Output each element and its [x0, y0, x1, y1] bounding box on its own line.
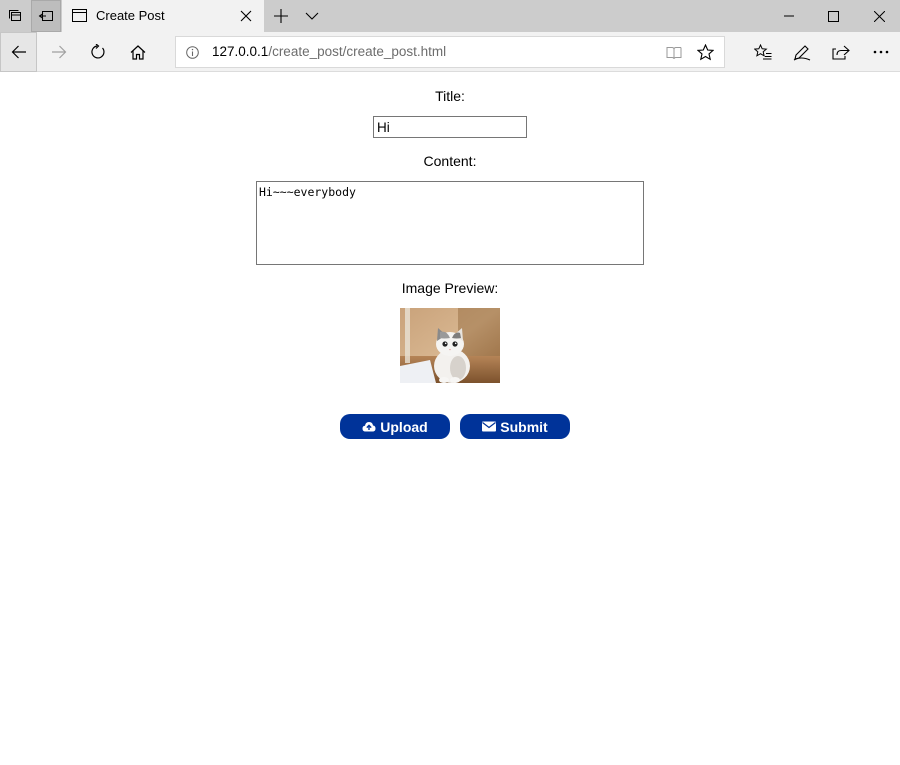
- new-tab-button[interactable]: [266, 0, 296, 32]
- upload-button[interactable]: Upload: [340, 414, 450, 439]
- image-preview-label: Image Preview:: [401, 280, 499, 296]
- title-label: Title:: [435, 88, 465, 104]
- favorites-button[interactable]: [743, 32, 783, 72]
- content-textarea[interactable]: Hi~~~everybody: [256, 181, 644, 265]
- forward-button[interactable]: [39, 32, 79, 72]
- reading-view-icon[interactable]: [666, 46, 682, 60]
- page-content: Title: Content: Hi~~~everybody Image Pre…: [0, 73, 900, 765]
- close-icon: [873, 10, 885, 22]
- favorites-list-icon: [754, 44, 772, 60]
- chevron-down-icon: [305, 12, 319, 20]
- content-label: Content:: [423, 153, 477, 169]
- navigation-bar: 127.0.0.1/create_post/create_post.html: [0, 32, 900, 72]
- close-tab-icon[interactable]: [240, 10, 252, 22]
- submit-button-label: Submit: [500, 418, 548, 435]
- page-icon: [72, 9, 87, 22]
- close-window-button[interactable]: [856, 0, 900, 32]
- back-button[interactable]: [0, 32, 37, 72]
- more-dots-icon: [873, 50, 889, 54]
- home-button[interactable]: [118, 32, 158, 72]
- address-bar[interactable]: 127.0.0.1/create_post/create_post.html: [175, 36, 725, 68]
- image-preview: [400, 308, 500, 383]
- maximize-icon: [827, 10, 839, 22]
- set-tabs-aside-button[interactable]: [31, 0, 61, 32]
- tabs-aside-icon: [9, 10, 21, 21]
- minimize-button[interactable]: [766, 0, 812, 32]
- favorite-star-icon[interactable]: [697, 44, 714, 61]
- submit-button[interactable]: Submit: [460, 414, 570, 439]
- plus-icon: [274, 9, 288, 23]
- tab-title: Create Post: [96, 8, 165, 23]
- arrow-right-icon: [52, 45, 67, 59]
- url-host: 127.0.0.1: [212, 44, 269, 59]
- tab-preview-button[interactable]: [297, 0, 327, 32]
- tab-bar: Create Post: [0, 0, 900, 32]
- pen-icon: [793, 44, 811, 61]
- envelope-icon: [482, 421, 497, 432]
- share-button[interactable]: [821, 32, 861, 72]
- kitten-photo: [400, 308, 500, 383]
- url-text: 127.0.0.1/create_post/create_post.html: [212, 44, 446, 59]
- url-path: /create_post/create_post.html: [268, 44, 447, 59]
- minimize-icon: [784, 15, 794, 17]
- set-aside-icon: [38, 11, 53, 21]
- home-icon: [130, 44, 146, 60]
- refresh-icon: [91, 44, 105, 59]
- refresh-button[interactable]: [78, 32, 118, 72]
- tab-create-post[interactable]: Create Post: [62, 0, 264, 32]
- more-button[interactable]: [861, 32, 900, 72]
- share-icon: [832, 45, 850, 60]
- notes-button[interactable]: [782, 32, 822, 72]
- arrow-left-icon: [11, 45, 26, 59]
- info-icon[interactable]: [186, 46, 199, 59]
- cloud-upload-icon: [362, 421, 376, 432]
- tab-actions-button[interactable]: [0, 0, 30, 32]
- maximize-button[interactable]: [810, 0, 856, 32]
- upload-button-label: Upload: [380, 418, 428, 435]
- title-input[interactable]: [373, 116, 527, 138]
